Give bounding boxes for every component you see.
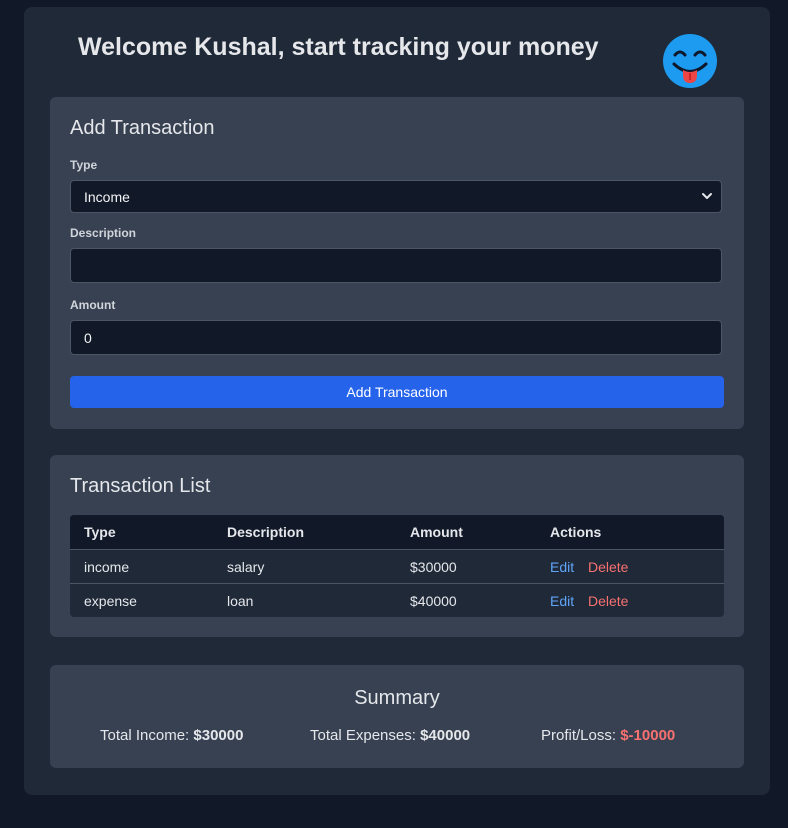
amount-input[interactable]: 0	[70, 320, 722, 355]
total-income: Total Income: $30000	[100, 727, 243, 744]
total-income-label: Total Income:	[100, 727, 190, 744]
type-select[interactable]: Income	[70, 180, 722, 213]
profit-loss: Profit/Loss: $-10000	[541, 727, 675, 744]
amount-input-value: 0	[84, 330, 92, 346]
transaction-table: Type Description Amount Actions income s…	[70, 515, 724, 617]
row-description: loan	[227, 593, 254, 609]
profit-loss-value: $-10000	[620, 727, 676, 744]
add-transaction-heading: Add Transaction	[70, 117, 215, 139]
row-amount: $30000	[410, 559, 457, 575]
column-header-description: Description	[227, 524, 305, 540]
chevron-down-icon	[702, 193, 712, 199]
amount-label: Amount	[70, 298, 116, 312]
add-transaction-card: Add Transaction Type Income Description …	[50, 97, 744, 429]
column-header-actions: Actions	[550, 524, 602, 540]
description-label: Description	[70, 226, 137, 240]
row-type: expense	[84, 593, 137, 609]
type-label: Type	[70, 158, 98, 172]
table-row: income salary $30000 Edit Delete	[70, 549, 724, 584]
summary-heading: Summary	[354, 687, 440, 709]
table-row: expense loan $40000 Edit Delete	[70, 583, 724, 617]
delete-link[interactable]: Delete	[588, 559, 628, 575]
delete-link[interactable]: Delete	[588, 593, 628, 609]
row-type: income	[84, 559, 130, 575]
column-header-type: Type	[84, 524, 116, 540]
row-amount: $40000	[410, 593, 457, 609]
app-container: Welcome Kushal, start tracking your mone…	[24, 7, 770, 795]
row-description: salary	[227, 559, 265, 575]
header: Welcome Kushal, start tracking your mone…	[24, 7, 770, 97]
profit-loss-label: Profit/Loss:	[541, 727, 617, 744]
type-select-value: Income	[84, 189, 130, 205]
edit-link[interactable]: Edit	[550, 593, 574, 609]
edit-link[interactable]: Edit	[550, 559, 574, 575]
summary-card: Summary Total Income: $30000 Total Expen…	[50, 665, 744, 768]
total-expenses-label: Total Expenses:	[310, 727, 416, 744]
total-expenses-value: $40000	[420, 727, 471, 744]
total-expenses: Total Expenses: $40000	[310, 727, 470, 744]
transaction-list-heading: Transaction List	[70, 475, 211, 497]
column-header-amount: Amount	[410, 524, 463, 540]
table-header-row: Type Description Amount Actions	[70, 515, 724, 549]
total-income-value: $30000	[193, 727, 244, 744]
transaction-list-card: Transaction List Type Description Amount…	[50, 455, 744, 637]
description-input[interactable]	[70, 248, 722, 283]
page-title: Welcome Kushal, start tracking your mone…	[78, 33, 599, 61]
tongue-out-emoji-icon	[663, 34, 717, 88]
add-transaction-button[interactable]: Add Transaction	[70, 376, 724, 408]
